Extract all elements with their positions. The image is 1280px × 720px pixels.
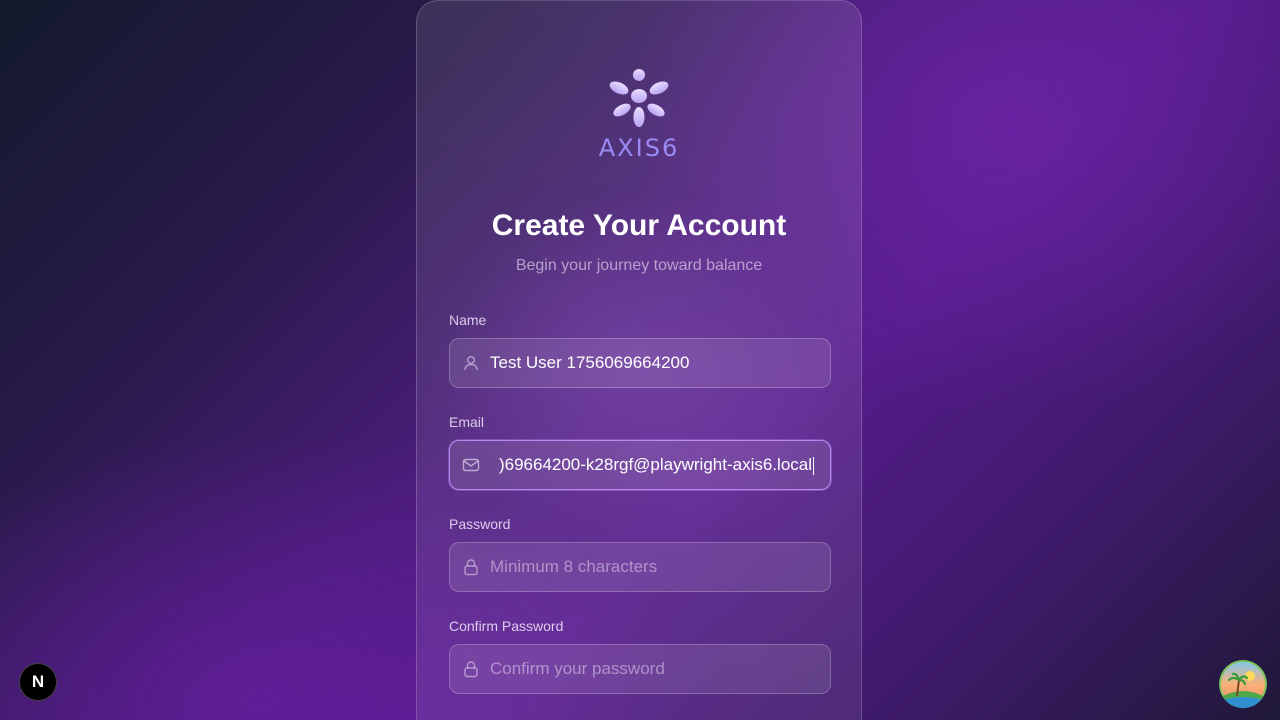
email-label: Email: [449, 414, 485, 430]
confirm-password-label: Confirm Password: [449, 618, 564, 634]
palm-island-avatar-icon: [1219, 660, 1267, 708]
password-input[interactable]: [490, 543, 822, 591]
email-input[interactable]: )69664200-k28rgf@playwright-axis6.local: [490, 441, 830, 489]
name-label: Name: [449, 312, 487, 328]
email-field[interactable]: )69664200-k28rgf@playwright-axis6.local: [449, 440, 831, 490]
avatar[interactable]: [1219, 660, 1267, 708]
mail-icon: [462, 458, 480, 472]
axis6-flower-logo-icon: [609, 69, 669, 127]
name-input[interactable]: [490, 339, 822, 387]
lock-icon: [464, 559, 478, 576]
signup-card: AXIS6 Create Your Account Begin your jou…: [416, 0, 862, 720]
confirm-password-input[interactable]: [490, 645, 822, 693]
page-title: Create Your Account: [491, 209, 787, 242]
lock-icon: [464, 661, 478, 678]
name-field[interactable]: [449, 338, 831, 388]
brand-name: AXIS6: [598, 134, 680, 162]
confirm-password-field[interactable]: [449, 644, 831, 694]
password-label: Password: [449, 516, 511, 532]
password-field[interactable]: [449, 542, 831, 592]
email-value: )69664200-k28rgf@playwright-axis6.local: [498, 455, 812, 474]
nextjs-dev-badge[interactable]: N: [19, 663, 57, 701]
user-icon: [464, 356, 478, 371]
text-caret: [813, 456, 814, 475]
nextjs-icon: N: [31, 672, 45, 691]
page-subtitle: Begin your journey toward balance: [515, 257, 763, 274]
